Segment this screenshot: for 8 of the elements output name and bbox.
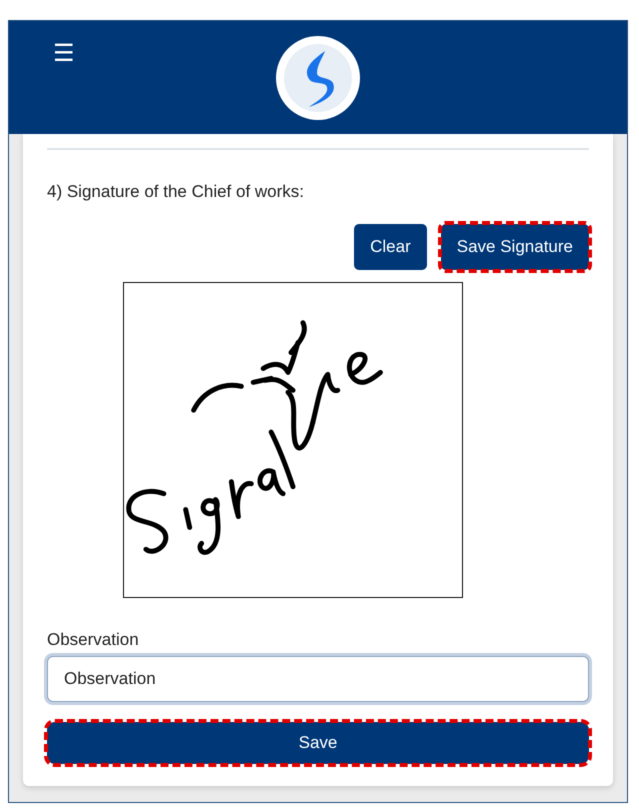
clear-button[interactable]: Clear [354, 224, 427, 270]
observation-label: Observation [47, 630, 140, 650]
signature-label: 4) Signature of the Chief of works: [47, 182, 306, 202]
save-button[interactable]: Save [47, 722, 589, 764]
logo-icon [275, 34, 361, 120]
observation-field[interactable]: Observation [47, 656, 589, 702]
save-signature-button[interactable]: Save Signature [440, 224, 589, 270]
signature-pad[interactable] [123, 282, 463, 598]
